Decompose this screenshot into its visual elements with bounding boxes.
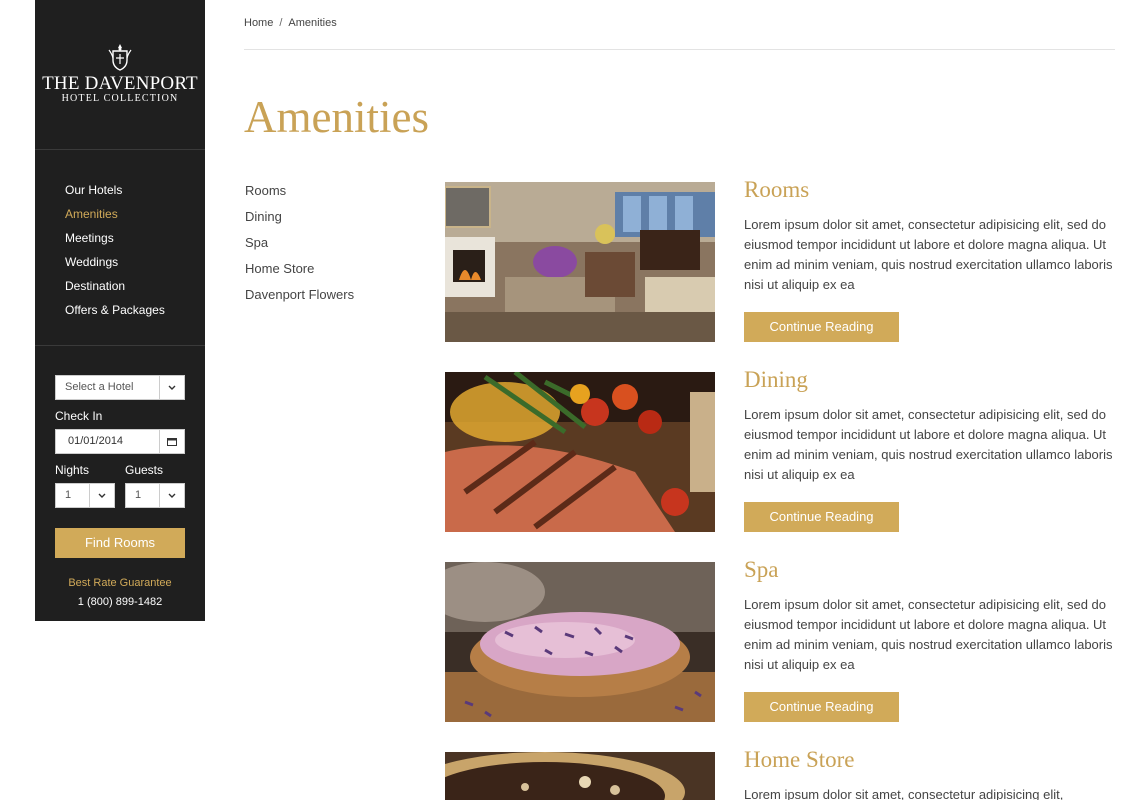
amenity-title-spa: Spa [744, 557, 779, 582]
amenity-title-home-store: Home Store [744, 747, 855, 772]
guests-label: Guests [125, 463, 164, 477]
hotel-select[interactable]: Select a Hotel [55, 375, 185, 400]
nav-item-destination[interactable]: Destination [65, 274, 205, 298]
guests-select[interactable]: 1 [125, 483, 185, 508]
checkin-date-field[interactable]: 01/01/2014 [55, 429, 185, 454]
amenity-item-spa: Spa Lorem ipsum dolor sit amet, consecte… [445, 557, 1116, 722]
amenity-text-home-store: Lorem ipsum dolor sit amet, consectetur … [744, 787, 1064, 800]
continue-reading-button[interactable]: Continue Reading [744, 692, 899, 722]
page-title: Amenities [244, 92, 429, 142]
nights-label: Nights [55, 463, 90, 477]
amenity-text-rooms: Lorem ipsum dolor sit amet, consectetur … [744, 217, 1113, 292]
subnav-item-spa[interactable]: Spa [245, 230, 354, 256]
amenity-item-rooms: Rooms Lorem ipsum dolor sit amet, consec… [445, 177, 1116, 342]
amenity-text-spa: Lorem ipsum dolor sit amet, consectetur … [744, 597, 1113, 672]
amenity-title-dining: Dining [744, 367, 808, 392]
dining-image[interactable] [445, 372, 715, 532]
breadcrumb-separator: / [279, 17, 283, 29]
logo-subtitle: HOTEL COLLECTION [61, 93, 179, 104]
booking-widget: Select a Hotel Check In 01/01/2014 Night… [35, 346, 205, 609]
divider [244, 49, 1115, 50]
amenity-text-dining: Lorem ipsum dolor sit amet, consectetur … [744, 407, 1113, 482]
chevron-down-icon [159, 484, 184, 507]
logo-title: THE DAVENPORT [42, 73, 198, 94]
spa-image[interactable] [445, 562, 715, 722]
amenity-title-rooms: Rooms [744, 177, 810, 202]
subnav-item-davenport-flowers[interactable]: Davenport Flowers [245, 282, 354, 308]
amenity-item-home-store: Home Store Lorem ipsum dolor sit amet, c… [445, 747, 1116, 800]
amenities-subnav: Rooms Dining Spa Home Store Davenport Fl… [245, 178, 354, 308]
guests-value: 1 [135, 489, 142, 501]
breadcrumb-home[interactable]: Home [244, 17, 273, 29]
phone-number: 1 (800) 899-1482 [77, 596, 163, 608]
breadcrumb: Home / Amenities [244, 17, 337, 29]
chevron-down-icon [159, 376, 184, 399]
subnav-item-home-store[interactable]: Home Store [245, 256, 354, 282]
subnav-item-rooms[interactable]: Rooms [245, 178, 354, 204]
breadcrumb-current: Amenities [288, 17, 337, 29]
chevron-down-icon [89, 484, 114, 507]
rooms-image[interactable] [445, 182, 715, 342]
checkin-label: Check In [55, 409, 103, 423]
nav-item-meetings[interactable]: Meetings [65, 226, 205, 250]
checkin-date-value: 01/01/2014 [68, 435, 124, 447]
continue-reading-button[interactable]: Continue Reading [744, 502, 899, 532]
nights-select[interactable]: 1 [55, 483, 115, 508]
nav-item-our-hotels[interactable]: Our Hotels [65, 178, 205, 202]
find-rooms-button[interactable]: Find Rooms [55, 528, 185, 558]
amenity-item-dining: Dining Lorem ipsum dolor sit amet, conse… [445, 367, 1116, 532]
logo[interactable]: THE DAVENPORT HOTEL COLLECTION [35, 0, 205, 150]
nav-item-offers-packages[interactable]: Offers & Packages [65, 298, 205, 322]
calendar-icon[interactable] [159, 430, 184, 453]
continue-reading-button[interactable]: Continue Reading [744, 312, 899, 342]
main-nav: Our Hotels Amenities Meetings Weddings D… [35, 150, 205, 346]
nights-value: 1 [65, 489, 72, 501]
sidebar: THE DAVENPORT HOTEL COLLECTION Our Hotel… [35, 0, 205, 621]
home-store-image[interactable] [445, 752, 715, 800]
hotel-select-value: Select a Hotel [65, 381, 134, 393]
nav-item-weddings[interactable]: Weddings [65, 250, 205, 274]
subnav-item-dining[interactable]: Dining [245, 204, 354, 230]
best-rate-guarantee-link[interactable]: Best Rate Guarantee [55, 577, 185, 590]
crest-icon [108, 44, 132, 71]
nav-item-amenities[interactable]: Amenities [65, 202, 205, 226]
